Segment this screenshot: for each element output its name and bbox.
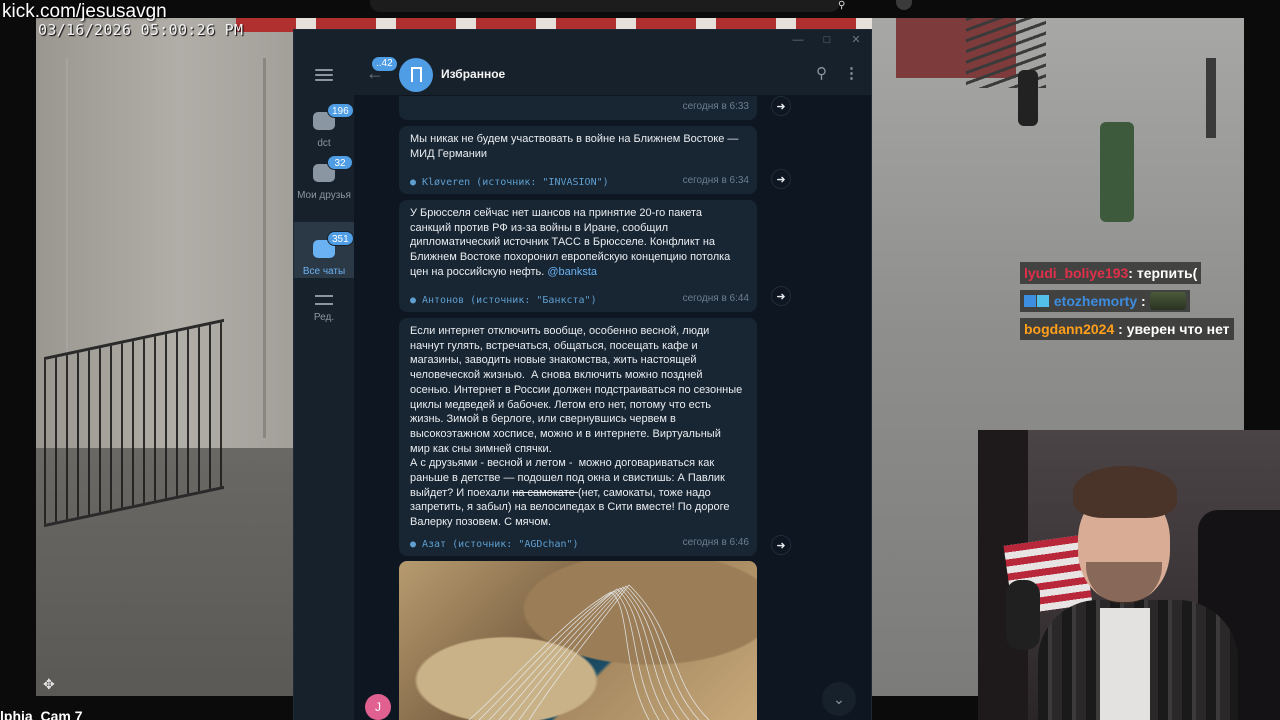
sender-avatar[interactable]: J	[365, 694, 391, 720]
close-icon[interactable]: ✕	[845, 32, 867, 48]
folder-edit[interactable]: Ред.	[294, 292, 354, 332]
chat-title[interactable]: Избранное	[441, 67, 505, 81]
folder-label: Мои друзья	[297, 190, 351, 201]
message-text: У Брюсселя сейчас нет шансов на принятие…	[410, 207, 731, 278]
more-vertical-icon[interactable]: ⋮	[844, 64, 859, 82]
add-icon[interactable]	[896, 0, 912, 10]
message-time: сегодня в 6:46	[682, 537, 749, 549]
folder-label: Все чаты	[302, 266, 346, 277]
chat-message: etozhemorty :	[1020, 290, 1190, 312]
folder-label: Ред.	[313, 312, 335, 323]
browser-top-bar	[370, 0, 840, 12]
forward-icon[interactable]: ➜	[771, 96, 791, 116]
folder-my-friends[interactable]: 32 Мои друзья	[294, 155, 354, 222]
message-time: сегодня в 6:33	[682, 101, 749, 113]
chat-username: etozhemorty	[1053, 293, 1138, 309]
chat-username: lyudi_boliye193	[1024, 265, 1129, 281]
chat-username: bogdann2024	[1024, 321, 1115, 337]
chat-bubble-icon: 32	[313, 155, 353, 182]
folder-label: dct	[317, 138, 331, 149]
badge-icon	[1037, 295, 1049, 307]
chat-text: уверен что нет	[1126, 321, 1230, 337]
badge-icon	[1024, 295, 1036, 307]
folder-dct[interactable]: 196 dct	[294, 103, 354, 160]
chat-bubble-icon: 196	[313, 103, 354, 130]
chat-message: bogdann2024 : уверен что нет	[1020, 318, 1234, 340]
parking-meter	[1206, 58, 1216, 138]
microphone-icon	[1006, 580, 1040, 650]
message-time: сегодня в 6:44	[682, 293, 749, 305]
chat-message: lyudi_boliye193: терпить(	[1020, 262, 1202, 284]
chat-bubble-icon: 351	[313, 231, 354, 258]
camera-timestamp: 03/16/2026 05:00:26 PM	[38, 21, 244, 39]
user-icon: ●	[410, 177, 417, 188]
message-bubble[interactable]: Мы никак не будем участвовать в войне на…	[399, 126, 757, 194]
menu-icon[interactable]	[312, 66, 336, 84]
user-icon: ●	[410, 295, 417, 306]
minimize-icon[interactable]: —	[787, 32, 809, 48]
message-bubble[interactable]: Если интернет отключить вообще, особенно…	[399, 318, 757, 556]
edit-folders-icon	[314, 292, 334, 308]
streamer-webcam	[978, 430, 1280, 720]
channel-url: kick.com/jesusavgn	[2, 1, 167, 22]
stream-chat-overlay: lyudi_boliye193: терпить( etozhemorty : …	[1020, 262, 1246, 342]
forward-icon[interactable]: ➜	[771, 286, 791, 306]
message-text: Если интернет отключить вообще, особенно…	[410, 325, 743, 529]
message-signature: ● Kløveren (источник: "INVASION")	[410, 177, 609, 188]
unread-count-badge: ..42	[372, 57, 397, 71]
search-icon[interactable]: ⚲	[838, 0, 860, 11]
maximize-icon[interactable]: □	[816, 32, 838, 48]
pedestrian	[1018, 70, 1038, 126]
chat-header: ← ..42 Избранное ⚲ ⋮	[354, 50, 871, 96]
unread-badge: 196	[327, 103, 354, 118]
forward-icon[interactable]: ➜	[771, 535, 791, 555]
unread-badge: 32	[327, 155, 353, 170]
folders-sidebar: 196 dct 32 Мои друзья 351 Все чаты Ред.	[294, 50, 354, 720]
move-icon[interactable]: ✥	[43, 676, 55, 693]
message-signature: ● Азат (источник: "AGDchan")	[410, 539, 579, 550]
bookmark-icon[interactable]	[399, 58, 433, 92]
telegram-window: — □ ✕ 196 dct 32 Мои друзья 351 Все чаты…	[293, 29, 872, 720]
pedestrian	[1100, 122, 1134, 222]
strikethrough-text: на самокате	[512, 486, 578, 499]
emote-icon	[1149, 292, 1186, 310]
folder-all-chats[interactable]: 351 Все чаты	[294, 222, 354, 278]
window-titlebar: — □ ✕	[294, 30, 871, 50]
message-signature: ● Антонов (источник: "Банкста")	[410, 295, 597, 306]
user-icon: ●	[410, 539, 417, 550]
message-bubble[interactable]: сегодня в 6:33	[399, 96, 757, 120]
chevron-down-icon[interactable]: ⌄	[822, 682, 856, 716]
message-bubble[interactable]: У Брюсселя сейчас нет шансов на принятие…	[399, 200, 757, 312]
message-time: сегодня в 6:34	[682, 175, 749, 187]
forward-icon[interactable]: ➜	[771, 169, 791, 189]
camera-label: lphia_Cam 7	[0, 708, 83, 720]
search-icon[interactable]: ⚲	[816, 64, 827, 82]
unread-badge: 351	[327, 231, 354, 246]
message-list[interactable]: сегодня в 6:33 ➜ Мы никак не будем участ…	[354, 96, 871, 720]
message-text: Мы никак не будем участвовать в войне на…	[410, 133, 739, 160]
chat-text: терпить(	[1136, 265, 1198, 281]
message-link[interactable]: @banksta	[547, 266, 597, 278]
screen: ⚲ kick.com/jesusavgn 03/16/2026 05:00:26…	[0, 0, 1280, 720]
satellite-map-photo[interactable]	[399, 561, 757, 720]
